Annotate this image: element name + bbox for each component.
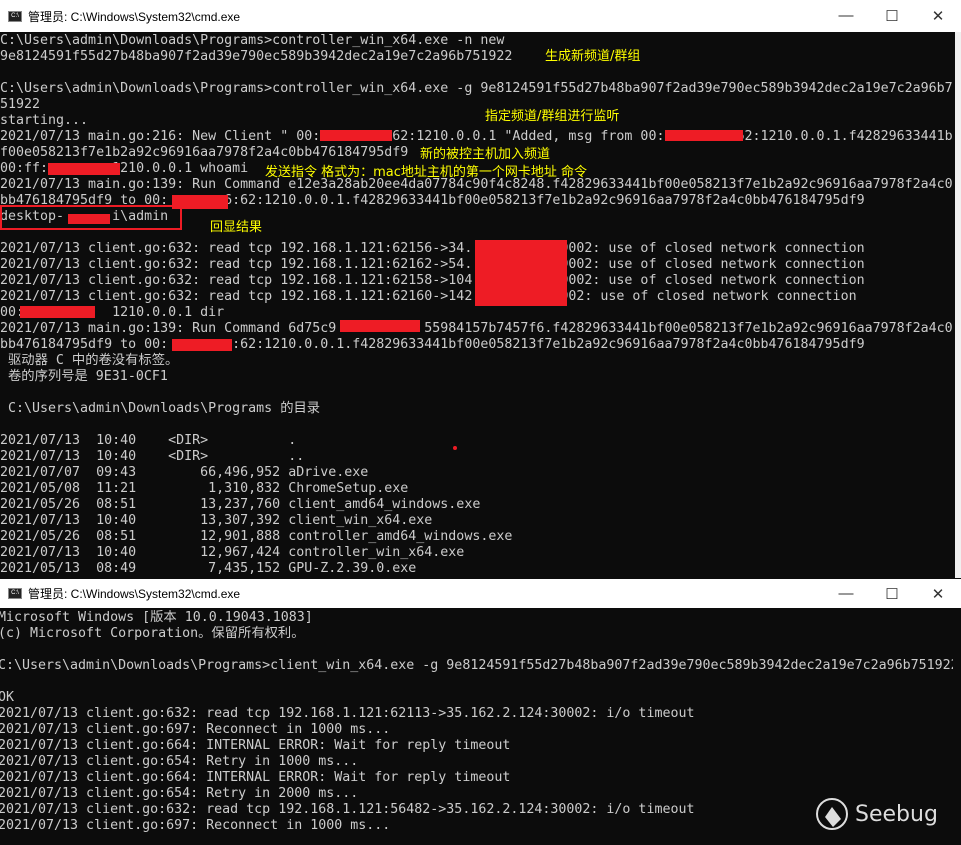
minimize-button[interactable]: — (823, 7, 869, 25)
cmd-app-icon: C:\ (8, 588, 22, 599)
red-dot (453, 446, 457, 450)
redaction (475, 240, 567, 306)
terminal-output[interactable]: Microsoft Windows [版本 10.0.19043.1083] (c… (0, 610, 953, 845)
terminal-line: 2021/07/13 client.go:664: INTERNAL ERROR… (0, 770, 511, 785)
close-button[interactable]: ✕ (915, 585, 961, 603)
scrollbar[interactable] (955, 32, 961, 578)
terminal-line: 卷的序列号是 9E31-0CF1 (0, 369, 168, 384)
terminal-line: C:\Users\admin\Downloads\Programs>contro… (0, 33, 505, 48)
seebug-watermark: Seebug (815, 797, 938, 831)
redaction (340, 320, 420, 332)
terminal-line: bb476184795df9 to 00: :62:1210.0.0.1.f42… (0, 337, 865, 352)
terminal-line: 2021/07/13 client.go:697: Reconnect in 1… (0, 818, 391, 833)
terminal-line: 2021/07/13 client.go:632: read tcp 192.1… (0, 706, 695, 721)
terminal-line: 2021/07/13 10:40 <DIR> .. (0, 449, 305, 464)
terminal-line: 2021/07/13 10:40 13,307,392 client_win_x… (0, 513, 433, 528)
terminal-line: 2021/07/13 10:40 12,967,424 controller_w… (0, 545, 465, 560)
terminal-line: 00: 1210.0.0.1 dir (0, 305, 225, 320)
terminal-line: 2021/07/13 10:40 <DIR> . (0, 433, 297, 448)
title-bar: C:\ 管理员: C:\Windows\System32\cmd.exe — ☐… (0, 579, 961, 608)
terminal-line: 9e8124591f55d27b48ba907f2ad39e790ec589b3… (0, 49, 513, 64)
terminal-line: 2021/07/13 main.go:139: Run Command 6d75… (0, 321, 953, 336)
terminal-line: C:\Users\admin\Downloads\Programs 的目录 (0, 401, 321, 416)
terminal-line: 2021/05/08 11:21 1,310,832 ChromeSetup.e… (0, 481, 409, 496)
redaction (48, 163, 120, 175)
terminal-line: 51922 (0, 97, 41, 112)
annotation-new-channel: 生成新频道/群组 (545, 49, 641, 64)
redaction (20, 306, 95, 318)
annotation-listen: 指定频道/群组进行监听 (485, 109, 620, 124)
terminal-line: 驱动器 C 中的卷没有标签。 (0, 353, 179, 368)
maximize-button[interactable]: ☐ (869, 585, 915, 603)
terminal-line: OK (0, 690, 15, 705)
terminal-line: 2021/07/13 client.go:697: Reconnect in 1… (0, 722, 391, 737)
terminal-line: starting... (0, 113, 89, 128)
annotation-new-host: 新的被控主机加入频道 (420, 147, 551, 162)
maximize-button[interactable]: ☐ (869, 7, 915, 25)
seebug-text: Seebug (855, 801, 938, 827)
highlight-box (0, 205, 182, 230)
annotation-echo: 回显结果 (210, 220, 263, 235)
terminal-line: Microsoft Windows [版本 10.0.19043.1083] (0, 610, 313, 625)
terminal-line: 2021/05/26 08:51 13,237,760 client_amd64… (0, 497, 481, 512)
terminal-line: 2021/05/13 08:49 7,435,152 GPU-Z.2.39.0.… (0, 561, 417, 576)
terminal-line: C:\Users\admin\Downloads\Programs>contro… (0, 81, 953, 96)
window-title: 管理员: C:\Windows\System32\cmd.exe (28, 9, 241, 24)
terminal-line: 2021/07/13 client.go:664: INTERNAL ERROR… (0, 738, 511, 753)
redaction (172, 339, 232, 351)
terminal-line: 2021/07/13 client.go:632: read tcp 192.1… (0, 802, 695, 817)
terminal-line: (c) Microsoft Corporation。保留所有权利。 (0, 626, 305, 641)
terminal-line: C:\Users\admin\Downloads\Programs>client… (0, 658, 953, 673)
terminal-line: 2021/07/13 client.go:654: Retry in 1000 … (0, 754, 359, 769)
terminal-line: 2021/07/13 client.go:654: Retry in 2000 … (0, 786, 359, 801)
close-button[interactable]: ✕ (915, 7, 961, 25)
terminal-line: 2021/05/26 08:51 12,901,888 controller_a… (0, 529, 513, 544)
minimize-button[interactable]: — (823, 585, 869, 603)
annotation-send-cmd: 发送指令 格式为：mac地址主机的第一个网卡地址 命令 (265, 165, 588, 180)
window-title: 管理员: C:\Windows\System32\cmd.exe (28, 587, 241, 601)
redaction (665, 130, 743, 141)
title-bar: C:\ 管理员: C:\Windows\System32\cmd.exe — ☐… (0, 0, 961, 32)
seebug-logo-icon (816, 798, 848, 830)
terminal-line: 2021/07/07 09:43 66,496,952 aDrive.exe (0, 465, 369, 480)
redaction (320, 130, 392, 141)
cmd-app-icon: C:\ (8, 10, 22, 22)
